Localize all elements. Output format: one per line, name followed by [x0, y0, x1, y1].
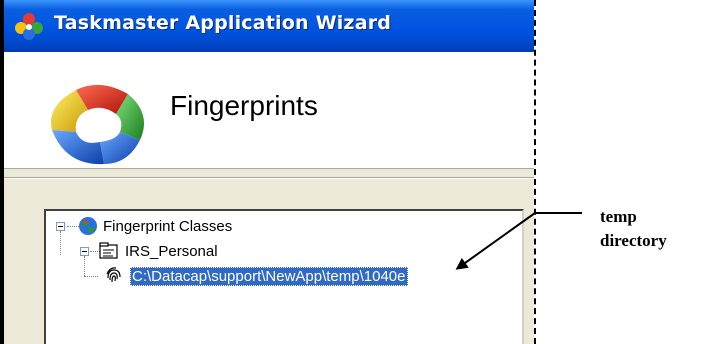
separator: [4, 177, 534, 179]
tree-item-temp-path[interactable]: C:\Datacap\support\NewApp\temp\1040e: [104, 266, 408, 286]
tree-item-label: IRS_Personal: [125, 242, 218, 260]
wizard-body: Fingerprint Classes IRS_Personal C:\Data…: [4, 169, 534, 344]
annotation-line2: directory: [600, 231, 667, 250]
fingerprint-icon: [106, 267, 121, 283]
tree-item-label: Fingerprint Classes: [103, 217, 233, 235]
taskmaster-logo-icon: [51, 84, 144, 165]
wizard-window: Taskmaster Application Wizard Fingerprin…: [4, 0, 534, 344]
form-icon: [99, 242, 118, 259]
globe-icon: [79, 217, 97, 235]
title-bar[interactable]: Taskmaster Application Wizard: [4, 0, 534, 52]
collapse-toggle[interactable]: [80, 246, 89, 256]
tree-item-fingerprint-classes[interactable]: Fingerprint Classes: [56, 216, 232, 236]
window-title: Taskmaster Application Wizard: [54, 12, 392, 34]
tree-item-irs-personal[interactable]: IRS_Personal: [80, 241, 218, 261]
tree-connector: [84, 276, 98, 277]
selected-path-label: C:\Datacap\support\NewApp\temp\1040e: [130, 266, 408, 286]
annotation-callout: temp directory: [600, 205, 667, 253]
app-icon: [15, 13, 43, 40]
annotation-line1: temp: [600, 207, 637, 226]
collapse-toggle[interactable]: [56, 221, 65, 231]
page-title: Fingerprints: [170, 90, 318, 121]
wizard-header: Fingerprints: [4, 52, 534, 169]
frame-right-border: [534, 0, 536, 344]
fingerprint-tree[interactable]: Fingerprint Classes IRS_Personal C:\Data…: [44, 209, 524, 344]
